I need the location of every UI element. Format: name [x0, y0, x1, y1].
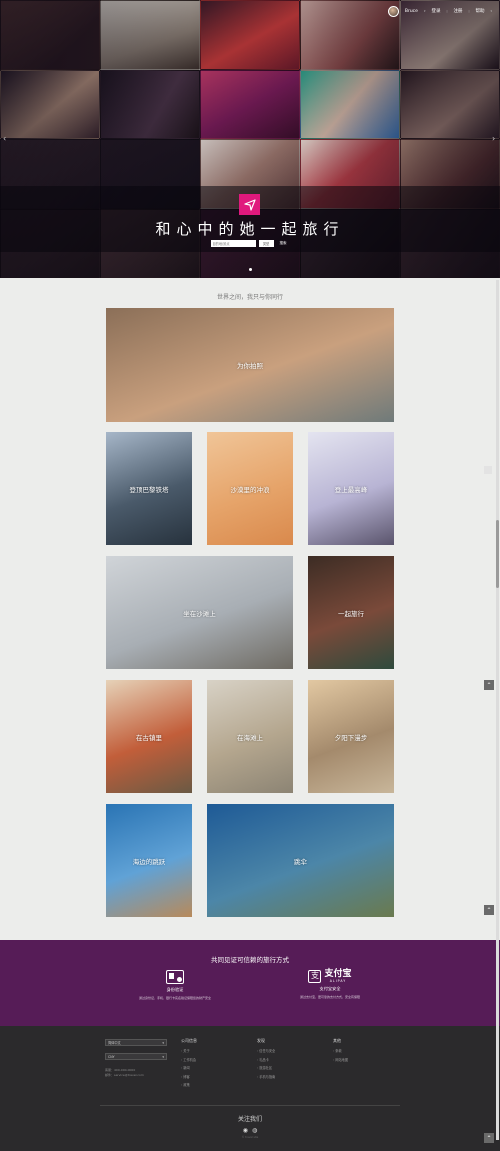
card-caption: 在古镇里 [136, 733, 162, 742]
gallery-subtitle: 世界之间，我只与你同行 [216, 294, 283, 301]
nav-help[interactable]: 帮助 [475, 8, 484, 14]
footer-link[interactable]: 新闻 [181, 1065, 197, 1070]
alipay-logo: 支 支付宝 ALIPAY [285, 970, 375, 983]
hero-banner: Bruce ▾ 登录 | 注册 | 帮助 ▾ ‹ › 和心中的她一起旅行 类型 … [0, 0, 500, 278]
weibo-icon[interactable]: ◉ [243, 1127, 248, 1134]
footer-link[interactable]: 工作机会 [181, 1057, 197, 1062]
nav-register[interactable]: 注册 [453, 8, 462, 14]
trust-title: 共同见证可信赖的旅行方式 [211, 956, 289, 964]
copyright: © travel site [241, 1136, 259, 1139]
gallery-card[interactable]: 登顶巴黎铁塔 [106, 432, 192, 545]
follow-us-title: 关注我们 [237, 1116, 262, 1123]
destination-search-input[interactable] [210, 240, 256, 247]
nav-user-name[interactable]: Bruce [405, 9, 418, 14]
card-caption: 登上最高峰 [334, 485, 368, 494]
footer-column-other: 其他 条款 网站地图 [333, 1038, 348, 1065]
trust-section: 共同见证可信赖的旅行方式 身份验证 通过身份证、手机、银行卡实名验证保障您的财产… [0, 940, 500, 1026]
footer-column-discover: 发现 信任与安全 礼品卡 旅游社区 手机与指南 [257, 1038, 275, 1082]
footer-link[interactable]: 网站地图 [333, 1057, 348, 1062]
footer-link[interactable]: 信任与安全 [257, 1048, 275, 1053]
gallery-card[interactable]: 在海滩上 [207, 680, 293, 793]
carousel-prev-icon[interactable]: ‹ [3, 134, 6, 143]
gallery-card[interactable]: 一起旅行 [308, 556, 394, 669]
gallery-card[interactable]: 为你拍照 [106, 308, 394, 422]
gallery-card[interactable]: 海边的跳跃 [106, 804, 192, 917]
carousel-next-icon[interactable]: › [492, 134, 495, 143]
search-button[interactable]: 搜索 [277, 240, 290, 247]
footer-link[interactable]: 条款 [333, 1048, 348, 1053]
scrollbar-thumb[interactable] [496, 520, 499, 588]
footer-link[interactable]: 旅游社区 [257, 1065, 275, 1070]
back-to-top-icon[interactable]: ⌃ [484, 1133, 494, 1143]
hero-title: 和心中的她一起旅行 [155, 220, 345, 238]
footer-link[interactable]: 手机与指南 [257, 1074, 275, 1079]
footer-link[interactable]: 政策 [181, 1082, 197, 1087]
card-caption: 一起旅行 [338, 609, 364, 618]
chevron-down-icon[interactable]: ▾ [424, 9, 426, 13]
card-caption: 为你拍照 [237, 362, 263, 370]
footer-column-company: 公司信息 关于 工作机会 新闻 博客 政策 [181, 1038, 197, 1091]
alipay-icon: 支 [308, 970, 322, 983]
side-widget[interactable] [484, 466, 492, 474]
paper-plane-icon [243, 198, 256, 211]
gallery-card[interactable]: 登上最高峰 [308, 432, 394, 545]
language-select[interactable]: 简体中文 ▾ [105, 1039, 167, 1046]
chevron-down-icon[interactable]: ▾ [490, 9, 492, 13]
gallery-card[interactable]: 在古镇里 [106, 680, 192, 793]
hero-search: 类型 搜索 [0, 240, 500, 247]
social-links: ◉ ◍ [0, 1127, 500, 1134]
chevron-down-icon: ▾ [162, 1054, 164, 1059]
scroll-up-icon[interactable]: ⌃ [484, 905, 494, 915]
type-select[interactable]: 类型 [258, 240, 274, 247]
card-caption: 坐在沙滩上 [183, 609, 216, 618]
id-card-icon [166, 970, 184, 984]
footer-link[interactable]: 博客 [181, 1074, 197, 1079]
site-footer: 简体中文 ▾ CNY ▾ 客服：400-000-0000 邮件：service@tr… [0, 1026, 500, 1151]
footer-link[interactable]: 关于 [181, 1048, 197, 1053]
contact-email: 邮件：service@travel.com [105, 1073, 144, 1077]
card-caption: 跳伞 [294, 857, 307, 866]
top-navigation: Bruce ▾ 登录 | 注册 | 帮助 ▾ [387, 4, 492, 18]
gallery-card[interactable]: 跳伞 [207, 804, 394, 917]
card-caption: 沙漠里的冲浪 [230, 485, 270, 494]
footer-link[interactable]: 礼品卡 [257, 1057, 275, 1062]
user-avatar[interactable] [387, 5, 399, 17]
chevron-down-icon: ▾ [162, 1040, 164, 1045]
nav-login[interactable]: 登录 [431, 8, 440, 14]
currency-select[interactable]: CNY ▾ [105, 1053, 167, 1060]
gallery-card[interactable]: 沙漠里的冲浪 [207, 432, 293, 545]
page-scrollbar[interactable] [496, 280, 499, 1140]
card-caption: 登顶巴黎铁塔 [129, 485, 169, 494]
carousel-indicators [0, 268, 500, 271]
alipay-block: 支 支付宝 ALIPAY 支付宝安全 通过支付宝，更可靠的支付方式，安全有保障 [285, 970, 375, 1000]
card-caption: 在海滩上 [237, 733, 263, 742]
brand-logo [239, 194, 260, 215]
card-caption: 海边的跳跃 [132, 857, 166, 866]
wechat-icon[interactable]: ◍ [252, 1127, 257, 1134]
gallery-card[interactable]: 夕阳下漫步 [308, 680, 394, 793]
card-caption: 夕阳下漫步 [334, 733, 368, 742]
contact-phone: 客服：400-000-0000 [105, 1068, 136, 1072]
carousel-dot[interactable] [248, 268, 252, 271]
gallery-card[interactable]: 坐在沙滩上 [106, 556, 293, 669]
footer-divider [100, 1105, 400, 1106]
scroll-up-icon[interactable]: ⌃ [484, 680, 494, 690]
identity-verify-block: 身份验证 通过身份证、手机、银行卡实名验证保障您的财产安全 [130, 970, 220, 1000]
